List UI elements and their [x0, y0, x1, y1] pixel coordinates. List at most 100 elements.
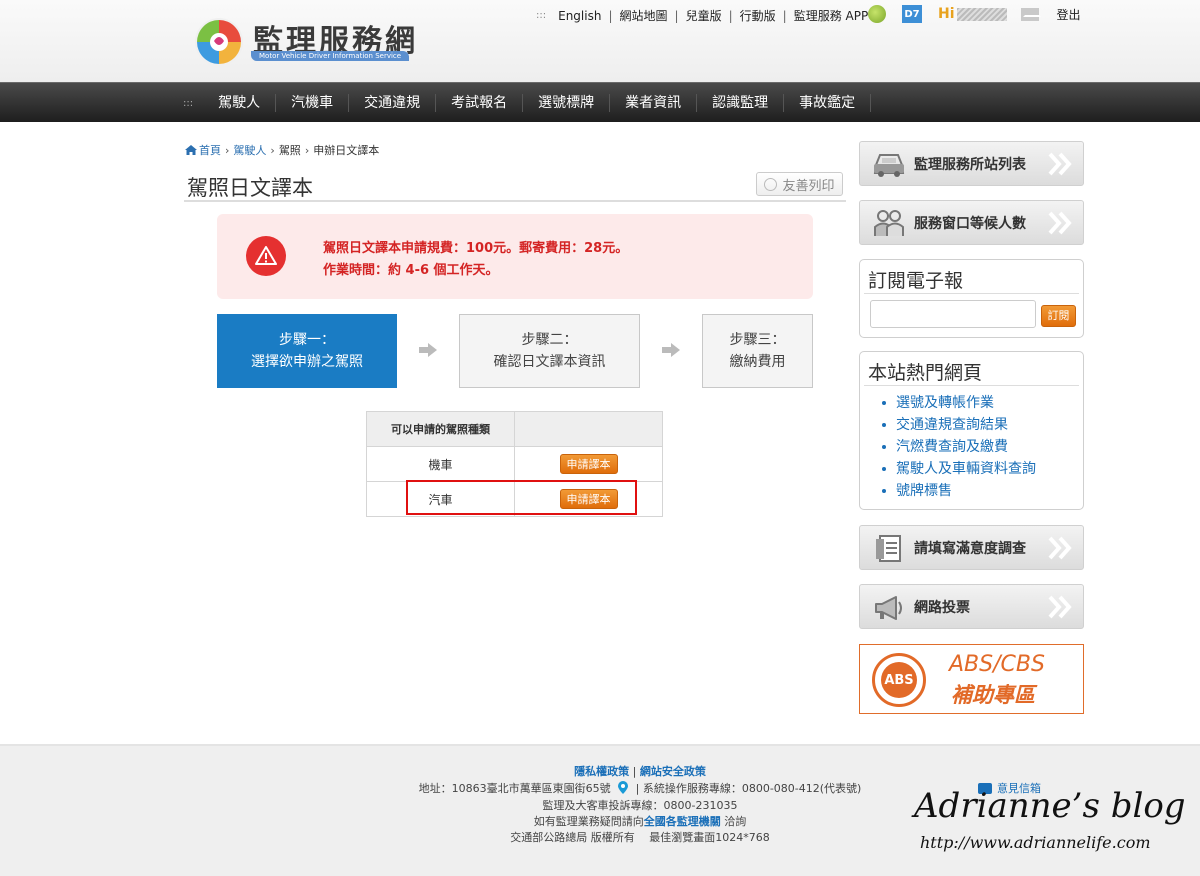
newsletter-box: 訂閱電子報 訂閱 — [859, 259, 1084, 338]
accessibility-icon[interactable]: D7 — [902, 5, 922, 23]
newsletter-title: 訂閱電子報 — [864, 260, 1079, 294]
step-2: 步驟二： 確認日文譯本資訊 — [459, 314, 640, 388]
step-1: 步驟一： 選擇欲申辦之駕照 — [217, 314, 397, 388]
footer-policy-links: 隱私權政策 | 網站安全政策 — [0, 763, 1200, 779]
hot-pages-list: 選號及轉帳作業 交通違規查詢結果 汽燃費查詢及繳費 駕駛人及車輛資料查詢 號牌標… — [860, 386, 1083, 502]
arrow-right-icon — [662, 343, 680, 357]
nav-item-vehicle[interactable]: 汽機車 — [276, 94, 350, 112]
survey-label: 請填寫滿意度調查 — [914, 540, 1026, 557]
separator: | — [782, 8, 787, 23]
page-title: 駕照日文譯本 — [187, 176, 313, 200]
breadcrumb-current: 申辦日文譯本 — [313, 144, 380, 157]
top-links: ::: English | 網站地圖 | 兒童版 | 行動版 | 監理服務 AP… — [536, 7, 868, 24]
footer-inquiry-prefix: 如有監理業務疑問請向 — [533, 815, 644, 828]
station-list-label: 監理服務所站列表 — [914, 156, 1026, 173]
step-2-title: 步驟二： — [521, 332, 578, 348]
breadcrumb-separator: › — [270, 143, 275, 157]
license-type-cell: 機車 — [366, 446, 515, 482]
print-icon — [764, 177, 778, 191]
step-3-title: 步驟三： — [729, 332, 786, 348]
station-list-button[interactable]: 監理服務所站列表 — [859, 141, 1084, 186]
separator: | — [674, 8, 679, 23]
map-pin-icon[interactable] — [618, 781, 629, 794]
hot-link-plate-selection[interactable]: 選號及轉帳作業 — [882, 392, 1083, 414]
vote-label: 網路投票 — [914, 599, 970, 616]
abs-banner-subtitle: 補助專區 — [951, 683, 1035, 707]
site-header: 監理服務網 Motor Vehicle Driver Information S… — [0, 0, 1200, 82]
hot-link-violation-query[interactable]: 交通違規查詢結果 — [882, 414, 1083, 436]
logo-emblem-icon — [195, 18, 243, 66]
breadcrumb-license: 駕照 — [278, 144, 301, 157]
apply-motorcycle-button[interactable]: 申請譯本 — [559, 454, 618, 474]
hot-link-plate-auction[interactable]: 號牌標售 — [882, 480, 1083, 502]
double-chevron-icon — [1048, 211, 1072, 235]
alert-fee-text: 駕照日文譯本申請規費：100元。郵寄費用：28元。 — [323, 241, 629, 256]
top-link-mobile[interactable]: 行動版 — [740, 7, 776, 24]
privacy-policy-link[interactable]: 隱私權政策 — [574, 765, 629, 778]
site-logo[interactable]: 監理服務網 Motor Vehicle Driver Information S… — [193, 14, 423, 70]
hot-link-fuel-fee[interactable]: 汽燃費查詢及繳費 — [882, 436, 1083, 458]
hot-pages-box: 本站熱門網頁 選號及轉帳作業 交通違規查詢結果 汽燃費查詢及繳費 駕駛人及車輛資… — [859, 351, 1084, 510]
nav-item-about[interactable]: 認識監理 — [697, 94, 785, 112]
action-cell: 申請譯本 — [514, 446, 663, 482]
green-globe-icon[interactable] — [868, 5, 886, 23]
alert-time-text: 作業時間：約 4-6 個工作天。 — [323, 263, 499, 278]
newsletter-email-input[interactable] — [870, 300, 1036, 328]
title-divider — [184, 200, 846, 202]
survey-button[interactable]: 請填寫滿意度調查 — [859, 525, 1084, 570]
blog-url-watermark: http://www.adriannelife.com — [920, 833, 1151, 852]
all-offices-link[interactable]: 全國各監理機關 — [644, 815, 721, 828]
arrow-right-icon — [419, 343, 437, 357]
separator: | — [728, 8, 733, 23]
step-2-desc: 確認日文譯本資訊 — [493, 354, 606, 370]
vote-button[interactable]: 網路投票 — [859, 584, 1084, 629]
nav-item-plate[interactable]: 選號標牌 — [523, 94, 611, 112]
separator: | — [608, 8, 613, 23]
nav-item-violation[interactable]: 交通違規 — [349, 94, 437, 112]
top-icons: D7 Hi 登出 — [868, 3, 1081, 25]
top-link-english[interactable]: English — [558, 9, 601, 23]
footer-address: 地址：10863臺北市萬華區東園街65號 — [418, 782, 611, 795]
dots-icon: ::: — [536, 10, 547, 21]
nav-item-driver[interactable]: 駕駛人 — [203, 94, 277, 112]
mail-icon[interactable] — [1020, 7, 1041, 21]
breadcrumb-home[interactable]: 首頁 — [199, 142, 221, 158]
top-link-sitemap[interactable]: 網站地圖 — [620, 7, 668, 24]
greeting: Hi — [938, 6, 955, 22]
hot-link-driver-vehicle-query[interactable]: 駕駛人及車輛資料查詢 — [882, 458, 1083, 480]
nav-item-accident[interactable]: 事故鑑定 — [784, 94, 872, 112]
security-policy-link[interactable]: 網站安全政策 — [640, 765, 706, 778]
masked-username — [956, 7, 1007, 21]
step-3: 步驟三： 繳納費用 — [702, 314, 813, 388]
fee-alert: 駕照日文譯本申請規費：100元。郵寄費用：28元。 作業時間：約 4-6 個工作… — [217, 214, 813, 299]
logout-link[interactable]: 登出 — [1057, 6, 1081, 23]
nav-item-exam[interactable]: 考試報名 — [436, 94, 524, 112]
warning-icon — [246, 236, 286, 276]
footer-service-line: 系統操作服務專線：0800-080-412(代表號) — [642, 782, 862, 795]
table-header-action — [514, 411, 663, 447]
table-header-row: 可以申請的駕照種類 — [366, 411, 663, 447]
car-icon — [873, 153, 905, 177]
blog-watermark: Adrianne’s blog — [914, 786, 1186, 826]
top-link-app[interactable]: 監理服務 APP — [794, 7, 869, 24]
breadcrumb-driver[interactable]: 駕駛人 — [233, 142, 266, 158]
breadcrumb-separator: › — [225, 143, 230, 157]
subscribe-button[interactable]: 訂閱 — [1041, 305, 1076, 327]
step-3-desc: 繳納費用 — [729, 354, 786, 370]
print-button[interactable]: 友善列印 — [756, 172, 843, 196]
separator: | — [635, 782, 643, 795]
step-1-title: 步驟一： — [279, 332, 335, 348]
main-nav: ::: 駕駛人 汽機車 交通違規 考試報名 選號標牌 業者資訊 認識監理 事故鑑… — [0, 82, 1200, 122]
top-link-kids[interactable]: 兒童版 — [686, 7, 722, 24]
print-label: 友善列印 — [782, 178, 835, 194]
dots-icon: ::: — [183, 97, 194, 109]
separator: | — [632, 765, 640, 778]
queue-button[interactable]: 服務窗口等候人數 — [859, 200, 1084, 245]
abs-logo-icon: ABS — [872, 653, 926, 707]
breadcrumb: 首頁 › 駕駛人 › 駕照 › 申辦日文譯本 — [185, 142, 379, 158]
queue-label: 服務窗口等候人數 — [914, 215, 1026, 232]
document-icon — [876, 534, 901, 562]
nav-item-business[interactable]: 業者資訊 — [610, 94, 698, 112]
abs-cbs-banner[interactable]: ABS ABS/CBS 補助專區 — [859, 644, 1084, 714]
footer-inquiry-suffix: 洽詢 — [720, 815, 747, 828]
